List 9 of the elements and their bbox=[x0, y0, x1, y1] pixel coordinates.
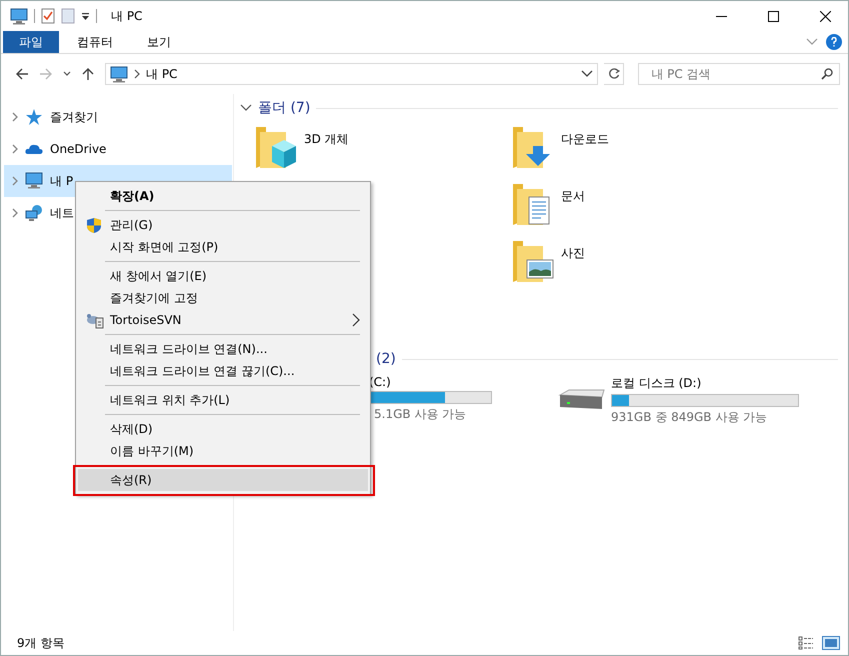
sidebar-label: OneDrive bbox=[50, 142, 106, 156]
sidebar-label: 내 P bbox=[50, 172, 74, 190]
window-title: 내 PC bbox=[111, 8, 142, 24]
sidebar-label: 즐겨찾기 bbox=[50, 108, 98, 126]
address-path: 내 PC bbox=[146, 66, 178, 82]
free-space-text: 931GB 중 849GB 사용 가능 bbox=[611, 409, 768, 426]
sidebar-label: 네트 bbox=[50, 204, 74, 222]
free-space-text: 5.1GB 사용 가능 bbox=[373, 406, 468, 423]
item-count: 9개 항목 bbox=[17, 634, 64, 652]
